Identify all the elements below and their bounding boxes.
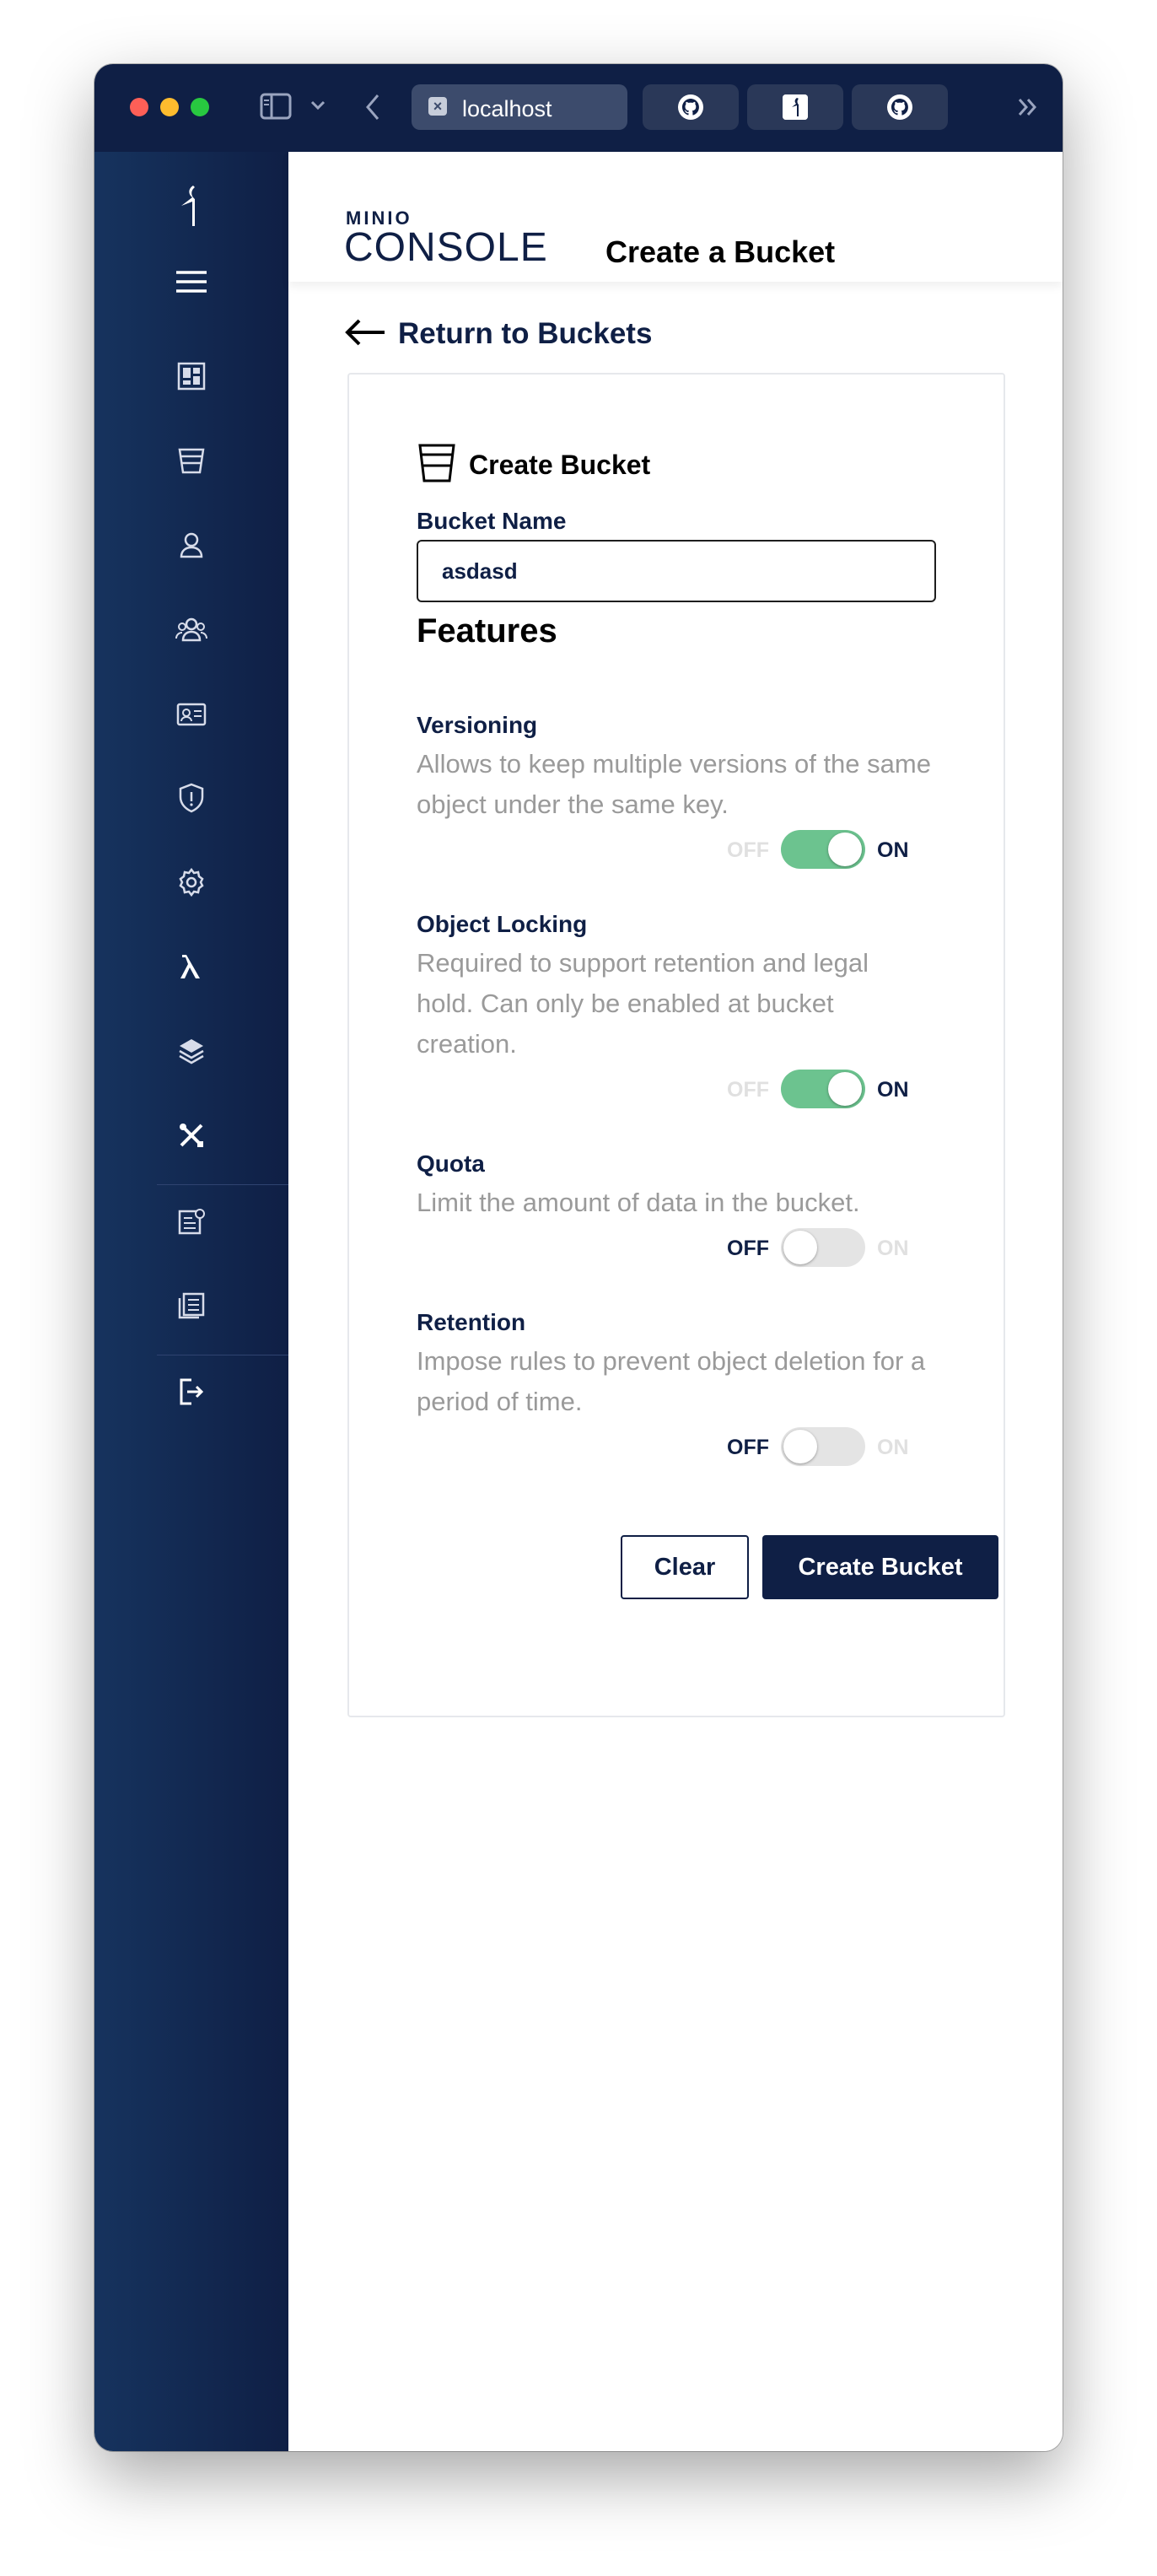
object-locking-description: Required to support retention and legal … (417, 948, 869, 1059)
page-header: MINIO CONSOLE Create a Bucket (288, 152, 1063, 282)
quota-title: Quota (417, 1151, 485, 1177)
quota-toggle[interactable] (781, 1228, 865, 1267)
quota-toggle-row: OFF ON (727, 1226, 929, 1269)
github-icon (678, 94, 703, 120)
lambda-icon[interactable] (175, 950, 208, 984)
page-title: Create a Bucket (605, 234, 836, 269)
license-icon[interactable] (175, 1204, 208, 1238)
policies-icon[interactable] (175, 781, 208, 815)
versioning-title: Versioning (417, 712, 538, 738)
maximize-window-button[interactable] (191, 98, 209, 116)
features-heading: Features (417, 612, 557, 649)
users-icon[interactable] (175, 528, 208, 562)
create-bucket-card: Create Bucket Bucket Name Features Versi… (347, 373, 1005, 1717)
github-icon (887, 94, 912, 120)
object-locking-off-label: OFF (727, 1078, 769, 1102)
dashboard-icon[interactable] (175, 359, 208, 393)
return-to-buckets-label: Return to Buckets (398, 317, 653, 350)
browser-titlebar: × localhost (94, 64, 1063, 152)
logout-icon[interactable] (175, 1375, 208, 1409)
retention-toggle[interactable] (781, 1427, 865, 1466)
sidebar-toggle-icon[interactable] (260, 93, 293, 124)
back-arrow-icon[interactable] (364, 93, 381, 126)
tools-icon[interactable] (175, 1118, 208, 1152)
return-to-buckets-link[interactable]: Return to Buckets (344, 317, 652, 351)
bucket-name-label: Bucket Name (417, 508, 567, 534)
retention-toggle-row: OFF ON (727, 1425, 929, 1468)
menu-icon[interactable] (175, 265, 208, 299)
toggle-knob (783, 1231, 817, 1264)
sidebar (94, 152, 288, 2451)
chevron-down-icon[interactable] (310, 100, 326, 116)
card-title: Create Bucket (469, 450, 651, 480)
quota-off-label: OFF (727, 1237, 769, 1260)
card-header: Create Bucket (417, 442, 650, 488)
versioning-description: Allows to keep multiple versions of the … (417, 749, 931, 819)
service-accounts-icon[interactable] (175, 697, 208, 730)
sidebar-divider (157, 1184, 288, 1185)
bucket-icon (417, 442, 457, 488)
tiers-icon[interactable] (175, 1034, 208, 1068)
main-content: MINIO CONSOLE Create a Bucket Return to … (288, 152, 1063, 2451)
quota-description: Limit the amount of data in the bucket. (417, 1188, 860, 1217)
object-locking-title: Object Locking (417, 911, 588, 937)
toggle-knob (828, 1072, 862, 1106)
object-locking-on-label: ON (877, 1078, 909, 1102)
tab-github-1[interactable] (643, 84, 739, 130)
minimize-window-button[interactable] (160, 98, 179, 116)
minio-logo-icon[interactable] (175, 186, 208, 226)
create-bucket-button[interactable]: Create Bucket (762, 1535, 998, 1599)
bucket-name-input[interactable] (417, 540, 936, 602)
object-locking-toggle-row: OFF ON (727, 1068, 929, 1110)
logo-wordmark-console: CONSOLE (344, 225, 548, 270)
retention-description: Impose rules to prevent object deletion … (417, 1346, 926, 1416)
versioning-toggle[interactable] (781, 830, 865, 869)
toggle-knob (783, 1430, 817, 1463)
retention-off-label: OFF (727, 1436, 769, 1459)
versioning-off-label: OFF (727, 838, 769, 862)
clear-button[interactable]: Clear (621, 1535, 749, 1599)
tab-label: localhost (462, 96, 552, 121)
object-locking-toggle[interactable] (781, 1070, 865, 1108)
tab-localhost[interactable]: × localhost (412, 84, 627, 130)
more-tabs-icon[interactable] (1015, 94, 1041, 124)
minio-icon (783, 94, 808, 120)
retention-on-label: ON (877, 1436, 909, 1459)
groups-icon[interactable] (175, 612, 208, 646)
browser-window: × localhost MINIO CONSOLE Create a Bucke… (94, 64, 1063, 2451)
buckets-icon[interactable] (175, 444, 208, 477)
documentation-icon[interactable] (175, 1289, 208, 1323)
versioning-toggle-row: OFF ON (727, 828, 929, 870)
arrow-left-icon (344, 318, 386, 351)
tab-minio[interactable] (747, 84, 843, 130)
tab-github-2[interactable] (852, 84, 948, 130)
settings-icon[interactable] (175, 865, 208, 899)
versioning-on-label: ON (877, 838, 909, 862)
toggle-knob (828, 833, 862, 866)
quota-on-label: ON (877, 1237, 909, 1260)
close-icon[interactable]: × (428, 97, 447, 116)
close-window-button[interactable] (130, 98, 148, 116)
retention-title: Retention (417, 1309, 526, 1335)
